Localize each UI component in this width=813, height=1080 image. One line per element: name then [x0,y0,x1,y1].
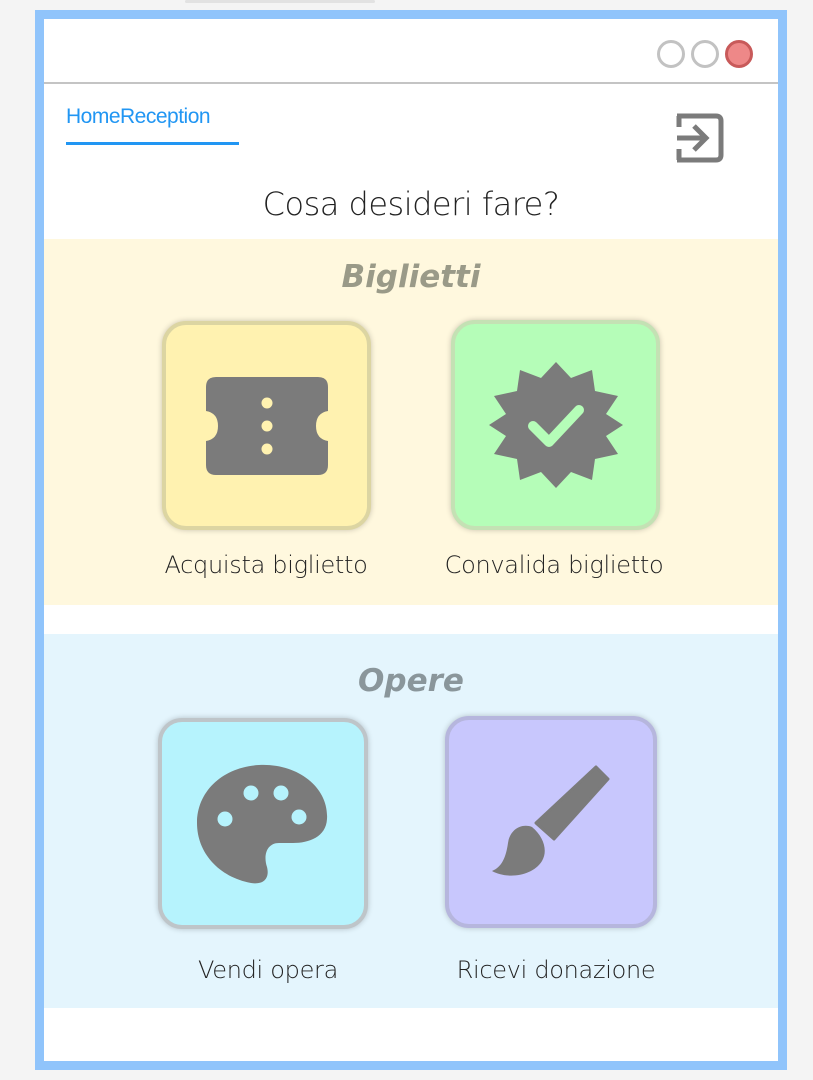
ticket-icon [205,376,328,475]
title-bar [44,19,778,84]
receive-donation-label: Ricevi donazione [456,956,656,984]
sell-artwork-button[interactable] [158,718,368,929]
tickets-section: Biglietti Acquista biglietto Convalida b… [44,239,778,605]
receive-donation-button[interactable] [445,716,657,928]
works-section-title: Opere [358,663,464,699]
validate-ticket-label: Convalida biglietto [444,551,664,579]
palette-icon [197,764,328,883]
buy-ticket-button[interactable] [162,321,371,530]
verified-badge-icon [488,362,623,488]
maximize-button[interactable] [691,40,719,68]
logout-icon [676,113,724,163]
close-button[interactable] [725,40,753,68]
tab-label: HomeReception [66,105,211,128]
tickets-section-title: Biglietti [341,259,481,295]
tab-home-reception[interactable]: HomeReception [66,105,239,145]
background-tab-shadow [185,0,375,3]
minimize-button[interactable] [657,40,685,68]
logout-button[interactable] [672,111,726,165]
buy-ticket-label: Acquista biglietto [164,551,368,579]
brush-icon [492,765,610,876]
works-section: Opere Vendi opera Ricevi donazione [44,634,778,1008]
page-title: Cosa desideri fare? [262,185,560,223]
sell-artwork-label: Vendi opera [197,956,339,984]
app-window: HomeReception Cosa desideri fare? Biglie… [35,10,787,1070]
validate-ticket-button[interactable] [451,320,660,530]
